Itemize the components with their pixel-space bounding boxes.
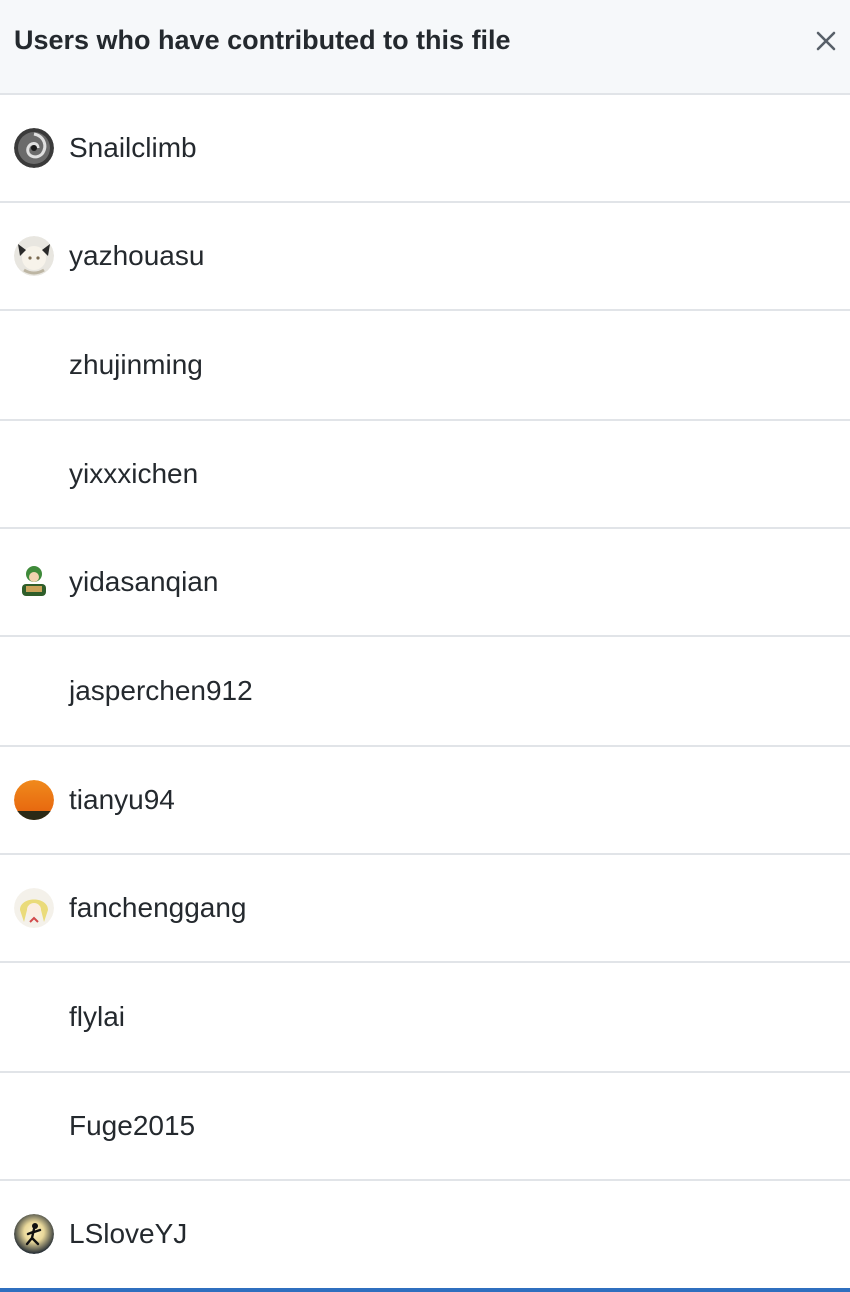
avatar[interactable] <box>14 997 54 1037</box>
contributor-name[interactable]: jasperchen912 <box>69 675 253 707</box>
dialog-title: Users who have contributed to this file <box>14 25 511 55</box>
contributor-name[interactable]: Fuge2015 <box>69 1110 195 1142</box>
contributor-row-fanchenggang[interactable]: fanchenggang <box>0 855 850 963</box>
avatar[interactable] <box>14 454 54 494</box>
contributor-row-yazhouasu[interactable]: yazhouasu <box>0 203 850 311</box>
contributor-row-snailclimb[interactable]: Snailclimb <box>0 95 850 203</box>
contributors-dialog: Users who have contributed to this file … <box>0 0 850 1292</box>
avatar[interactable] <box>14 345 54 385</box>
close-icon <box>816 31 836 50</box>
contributor-list: Snailclimb yazhouasu zhujinming yixxxich… <box>0 95 850 1287</box>
contributor-row-yixxxichen[interactable]: yixxxichen <box>0 421 850 529</box>
contributor-row-tianyu94[interactable]: tianyu94 <box>0 747 850 855</box>
contributor-name[interactable]: flylai <box>69 1001 125 1033</box>
contributor-row-zhujinming[interactable]: zhujinming <box>0 311 850 421</box>
contributor-row-flylai[interactable]: flylai <box>0 963 850 1073</box>
contributor-name[interactable]: LSloveYJ <box>69 1218 187 1250</box>
contributor-row-lsloveyj[interactable]: LSloveYJ <box>0 1181 850 1287</box>
contributor-name[interactable]: zhujinming <box>69 349 203 381</box>
contributor-name[interactable]: yazhouasu <box>69 240 204 272</box>
close-button[interactable] <box>808 23 844 59</box>
avatar[interactable] <box>14 1106 54 1146</box>
contributor-name[interactable]: yidasanqian <box>69 566 218 598</box>
contributor-name[interactable]: tianyu94 <box>69 784 175 816</box>
avatar[interactable] <box>14 671 54 711</box>
avatar[interactable] <box>14 562 54 602</box>
contributor-name[interactable]: yixxxichen <box>69 458 198 490</box>
avatar[interactable] <box>14 888 54 928</box>
contributor-row-fuge2015[interactable]: Fuge2015 <box>0 1073 850 1181</box>
avatar[interactable] <box>14 1214 54 1254</box>
avatar[interactable] <box>14 780 54 820</box>
avatar[interactable] <box>14 236 54 276</box>
contributor-name[interactable]: Snailclimb <box>69 132 197 164</box>
avatar[interactable] <box>14 128 54 168</box>
contributor-row-yidasanqian[interactable]: yidasanqian <box>0 529 850 637</box>
focus-accent-bar <box>0 1288 850 1292</box>
contributor-row-jasperchen912[interactable]: jasperchen912 <box>0 637 850 747</box>
dialog-header: Users who have contributed to this file <box>0 0 850 95</box>
contributor-name[interactable]: fanchenggang <box>69 892 247 924</box>
